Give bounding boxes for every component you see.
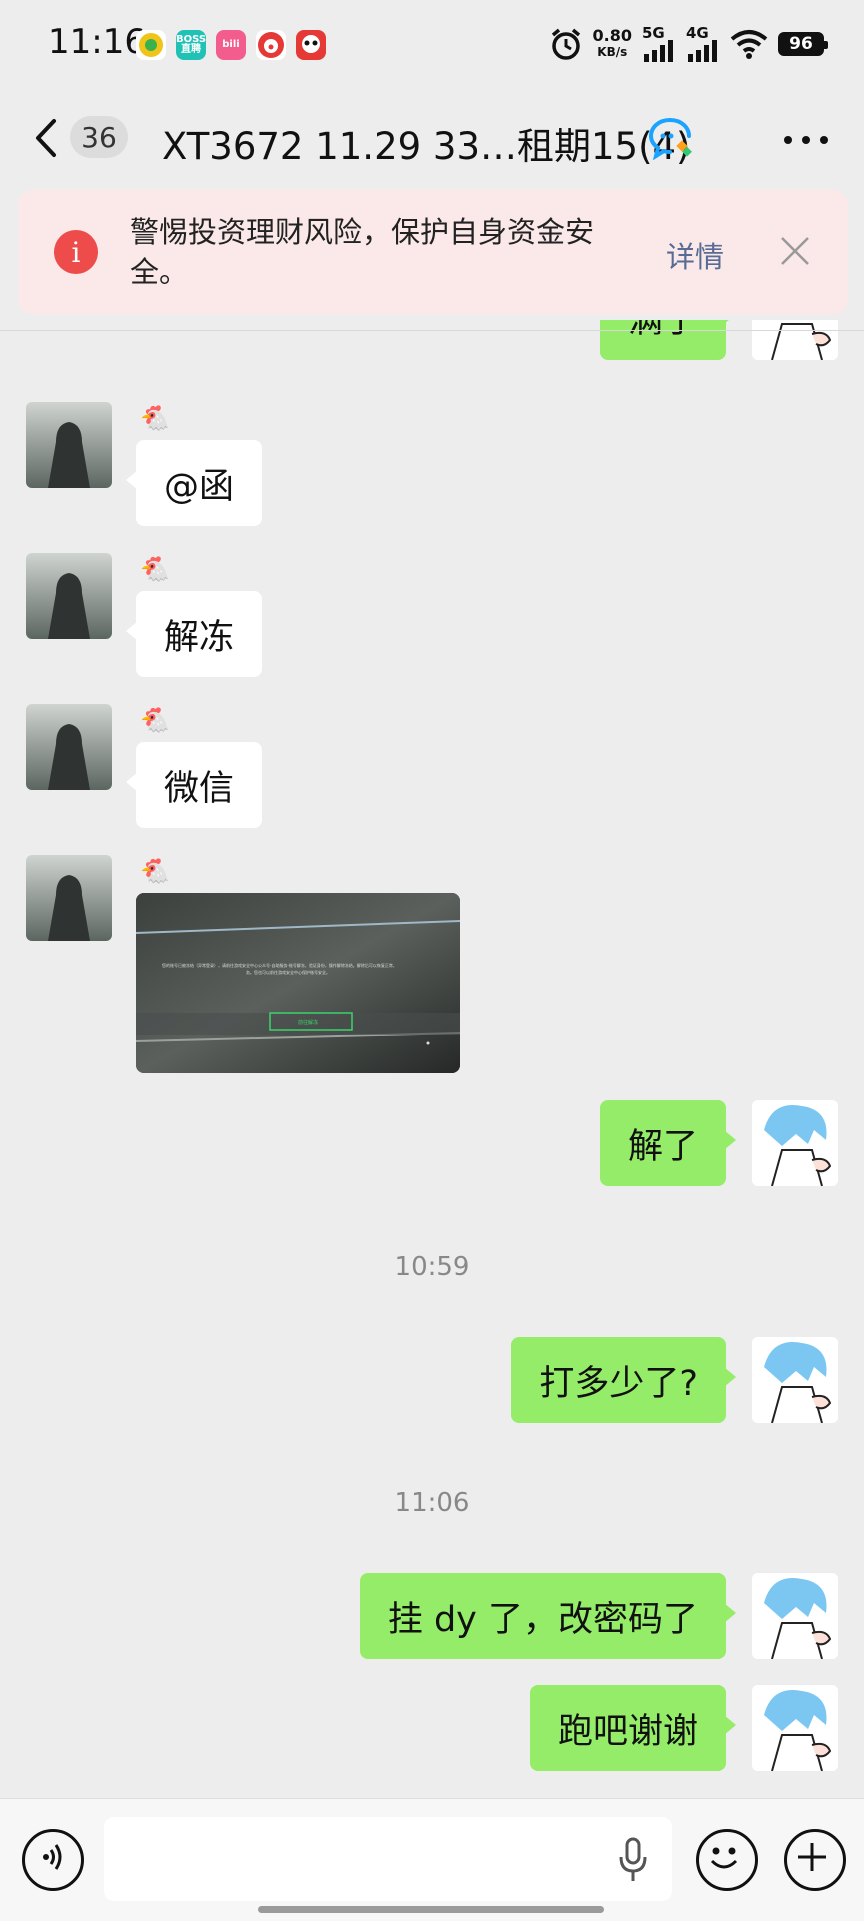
more-functions-button[interactable]: [784, 1829, 846, 1891]
message-bubble-self[interactable]: 打多少了?: [511, 1337, 736, 1423]
emoji-button[interactable]: [696, 1829, 758, 1891]
unread-count-badge[interactable]: 36: [70, 116, 128, 158]
message-timestamp: 10:59: [394, 1252, 470, 1282]
signal-4g: 4G: [686, 26, 720, 62]
sender-avatar[interactable]: [26, 704, 112, 790]
chat-message-list[interactable]: 满了 🐔 @函 🐔 解冻 🐔 微信 🐔 您的账号已被冻结（异常登录），请前往游戏…: [0, 320, 864, 1798]
message-text-input[interactable]: [104, 1817, 672, 1901]
status-time: 11:16: [48, 22, 146, 62]
microphone-icon[interactable]: [618, 1837, 648, 1883]
network-speed: 0.80 KB/s: [593, 28, 632, 60]
sender-name-emoji: 🐔: [140, 706, 170, 734]
wifi-icon: [730, 30, 768, 59]
voice-mode-button[interactable]: [22, 1829, 84, 1891]
image-text-button: 前往解冻: [298, 1019, 318, 1026]
chat-title[interactable]: XT3672 11.29 33…租期15(4): [162, 116, 690, 170]
image-text-line1: 您的账号已被冻结（异常登录），请前往游戏安全中心公众号-自助服务-账号解冻，验证…: [162, 962, 397, 968]
self-avatar[interactable]: [752, 1100, 838, 1186]
message-bubble-self[interactable]: 跑吧谢谢: [529, 1685, 737, 1771]
self-avatar[interactable]: [752, 1573, 838, 1659]
notification-app-icons: BOSS直聘 bili: [136, 30, 326, 60]
warning-details-link[interactable]: 详情: [666, 234, 724, 276]
app-green-icon: [136, 30, 166, 60]
message-bubble-self[interactable]: 解了: [599, 1100, 737, 1186]
self-avatar[interactable]: [752, 1337, 838, 1423]
voice-wave-icon: [43, 1844, 62, 1870]
self-avatar[interactable]: [752, 320, 838, 360]
panda-app-icon: [296, 30, 326, 60]
battery-indicator: 96: [778, 32, 828, 56]
risk-warning-banner: i 警惕投资理财风险，保护自身资金安全。 详情: [18, 190, 848, 314]
more-options-button[interactable]: [784, 136, 828, 146]
chat-header: 36 XT3672 11.29 33…租期15(4): [0, 100, 864, 180]
sender-avatar[interactable]: [26, 402, 112, 488]
status-bar: 11:16 BOSS直聘 bili 0.80 KB/s 5G 4G 96: [0, 0, 864, 90]
message-bubble-other[interactable]: @函: [125, 440, 263, 526]
message-bubble-other[interactable]: 解冻: [125, 591, 263, 677]
net-label-5g: 5G: [642, 24, 665, 42]
sender-name-emoji: 🐔: [140, 404, 170, 432]
net-label-4g: 4G: [686, 24, 709, 42]
home-indicator[interactable]: [258, 1906, 604, 1913]
image-message[interactable]: 您的账号已被冻结（异常登录），请前往游戏安全中心公众号-自助服务-账号解冻，验证…: [136, 893, 460, 1073]
close-icon[interactable]: [778, 234, 812, 268]
signal-5g: 5G: [642, 26, 676, 62]
message-bubble-self-partial[interactable]: 满了: [599, 320, 737, 360]
bilibili-app-icon: bili: [216, 30, 246, 60]
speed-unit: KB/s: [597, 45, 628, 59]
warning-text: 警惕投资理财风险，保护自身资金安全。: [130, 215, 595, 289]
info-alert-icon: i: [54, 230, 98, 274]
image-text-line2: 务。您也可以前往游戏安全中心保护账号安全。: [246, 969, 330, 975]
group-chat-colorful-icon: [648, 118, 692, 160]
signal-bars-icon: [644, 40, 673, 62]
boss-app-icon: BOSS直聘: [176, 30, 206, 60]
signal-bars-icon: [688, 40, 717, 62]
plus-icon: [798, 1843, 826, 1871]
alarm-icon: [551, 28, 580, 60]
message-input-bar: [0, 1798, 864, 1921]
status-indicators: 0.80 KB/s 5G 4G 96: [549, 26, 828, 62]
message-bubble-other[interactable]: 微信: [125, 742, 263, 828]
dot-icon: [784, 136, 792, 144]
speed-value: 0.80: [592, 26, 632, 45]
sender-name-emoji: 🐔: [140, 555, 170, 583]
message-timestamp: 11:06: [394, 1488, 470, 1518]
dot-icon: [820, 136, 828, 144]
message-bubble-self[interactable]: 挂 dy 了，改密码了: [359, 1573, 737, 1659]
dot-icon: [802, 136, 810, 144]
clown-app-icon: [256, 30, 286, 60]
sender-avatar[interactable]: [26, 855, 112, 941]
back-arrow-icon[interactable]: [30, 115, 60, 161]
self-avatar[interactable]: [752, 1685, 838, 1771]
sender-name-emoji: 🐔: [140, 857, 170, 885]
sender-avatar[interactable]: [26, 553, 112, 639]
smiley-icon: [710, 1847, 738, 1869]
header-divider: [0, 330, 864, 331]
